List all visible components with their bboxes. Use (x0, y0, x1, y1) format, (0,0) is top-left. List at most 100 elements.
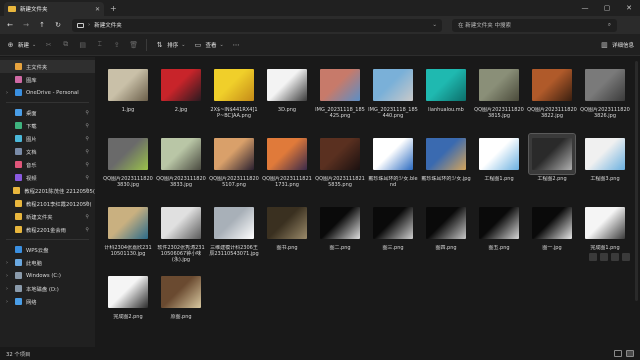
file-item[interactable]: 图一.jpg (526, 201, 578, 270)
file-item[interactable]: lianhualou.mb (420, 63, 472, 132)
breadcrumb-current[interactable]: 新建文件夹 (94, 21, 122, 29)
chevron-right-icon[interactable]: › (6, 299, 11, 305)
sidebar-item-label: 主文件夹 (26, 64, 48, 71)
delete-icon[interactable]: 🗑 (129, 40, 138, 49)
file-thumbnail (426, 138, 466, 170)
folder-icon (8, 6, 16, 12)
file-item[interactable]: 图书.png (261, 201, 313, 270)
sidebar-item[interactable]: 文档 ⚲ (0, 145, 95, 158)
file-item[interactable]: QQ图片20231118211731.png (261, 132, 313, 201)
file-item[interactable]: QQ图片20231118203815.jpg (473, 63, 525, 132)
copy-icon[interactable]: ⧉ (61, 40, 70, 49)
tab-current-folder[interactable]: 新建文件夹 ✕ (4, 2, 104, 16)
sort-button[interactable]: ⇅ 排序 ⌄ (155, 40, 186, 49)
chevron-right-icon[interactable]: › (6, 286, 11, 292)
file-view: 1.jpg 2.jpg 2X$~IN$441RX4]1P~BC]AA.png 3D.p… (98, 57, 640, 347)
minimize-button[interactable]: — (574, 0, 596, 16)
chevron-right-icon[interactable]: › (6, 260, 11, 266)
thumbnail-view-icon[interactable] (626, 350, 634, 357)
sidebar-item[interactable]: › 本地磁盘 (D:) (0, 282, 95, 295)
file-item[interactable]: 2X$~IN$441RX4]1P~BC]AA.png (208, 63, 260, 132)
chevron-right-icon[interactable]: › (6, 273, 11, 279)
view-button[interactable]: ▭ 查看 ⌄ (193, 40, 224, 49)
thumbnail-frame (105, 134, 151, 174)
sidebar-item[interactable]: 新建文件夹 ⚲ (0, 210, 95, 223)
new-tab-button[interactable]: + (110, 4, 117, 13)
file-item[interactable]: 1.jpg (102, 63, 154, 132)
file-item[interactable]: 工程图1.png (473, 132, 525, 201)
file-item[interactable]: QQ图片20231118203830.jpg (102, 132, 154, 201)
file-item[interactable]: 工程图3.png (579, 132, 631, 201)
grid-view-icon[interactable] (589, 253, 597, 261)
sidebar-item[interactable]: 音乐 ⚲ (0, 158, 95, 171)
chevron-right-icon[interactable]: › (6, 90, 11, 96)
file-thumbnail (373, 69, 413, 101)
file-item[interactable]: QQ图片20231118215835.png (314, 132, 366, 201)
file-item[interactable]: QQ图片20231118203833.jpg (155, 132, 207, 201)
file-item[interactable]: QQ图片20231118205107.png (208, 132, 260, 201)
file-item[interactable]: 戴珍珠耳环的少女.blend (367, 132, 419, 201)
chevron-down-icon[interactable]: ⌄ (432, 22, 437, 28)
file-thumbnail (585, 69, 625, 101)
sidebar-item[interactable]: 桌面 ⚲ (0, 106, 95, 119)
file-item[interactable]: 三维建模计科2306王辰23110543071.jpg (208, 201, 260, 270)
sidebar-item[interactable]: 教程2201陈茂佳 22120505(⚲ (0, 184, 95, 197)
sidebar-item[interactable]: 视频 ⚲ (0, 171, 95, 184)
file-item[interactable]: 图五.png (473, 201, 525, 270)
file-item[interactable]: 工程图2.png (526, 132, 578, 201)
file-item[interactable]: 图二.png (314, 201, 366, 270)
sidebar-item[interactable]: › 此电脑 (0, 256, 95, 269)
vertical-scrollbar[interactable] (635, 61, 638, 301)
list-view-icon[interactable] (600, 253, 608, 261)
sidebar-item[interactable]: › Windows (C:) (0, 269, 95, 282)
tiles-view-icon[interactable] (611, 253, 619, 261)
breadcrumb[interactable]: › 新建文件夹 ⌄ (72, 18, 442, 32)
forward-arrow-icon[interactable]: → (20, 19, 32, 31)
sidebar-item-label: 教程2201金会雨 (26, 227, 66, 234)
maximize-button[interactable]: ▢ (596, 0, 618, 16)
file-item[interactable]: 完成图2.png (102, 270, 154, 339)
search-input[interactable]: 在 新建文件夹 中搜索 ⌕ (452, 18, 617, 32)
file-item[interactable]: 戴珍珠耳环的少女.jpg (420, 132, 472, 201)
file-item[interactable]: 图四.png (420, 201, 472, 270)
file-item[interactable]: 2.jpg (155, 63, 207, 132)
file-item[interactable]: QQ图片20231118203826.jpg (579, 63, 631, 132)
file-item[interactable]: 计科2304张嘉欣23110501130.jpg (102, 201, 154, 270)
sidebar-item[interactable]: WPS云盘 (0, 243, 95, 256)
cut-icon[interactable]: ✂ (44, 40, 53, 49)
details-pane-icon: ▥ (601, 40, 608, 49)
more-options-icon[interactable]: ⋯ (232, 40, 241, 49)
sidebar-item[interactable]: 教程2201金会雨 ⚲ (0, 223, 95, 236)
back-arrow-icon[interactable]: ← (4, 19, 16, 31)
sidebar-item[interactable]: 图库 (0, 73, 95, 86)
close-tab-icon[interactable]: ✕ (95, 6, 100, 13)
details-pane-button[interactable]: ▥ 详细信息 (600, 40, 634, 49)
sidebar-item[interactable]: 图片 ⚲ (0, 132, 95, 145)
content-view-icon[interactable] (622, 253, 630, 261)
close-window-button[interactable]: ✕ (618, 0, 640, 16)
status-bar: 32 个项目 (0, 347, 640, 360)
refresh-icon[interactable]: ↻ (52, 19, 64, 31)
thumbnail-frame (370, 134, 416, 174)
file-item[interactable]: IMG_20231118_185425.png (314, 63, 366, 132)
file-item[interactable]: QQ图片20231118203822.jpg (526, 63, 578, 132)
sidebar-item[interactable]: 下载 ⚲ (0, 119, 95, 132)
sidebar-item[interactable]: › 网络 (0, 295, 95, 308)
file-item[interactable]: 原图.png (155, 270, 207, 339)
share-icon[interactable]: ⇪ (112, 40, 121, 49)
file-name: lianhualou.mb (428, 107, 464, 113)
file-item[interactable]: IMG_20231118_185440.png (367, 63, 419, 132)
up-arrow-icon[interactable]: ↑ (36, 19, 48, 31)
file-item[interactable]: 图三.png (367, 201, 419, 270)
paste-icon[interactable]: ▤ (78, 40, 87, 49)
new-button[interactable]: ⊕ 新建 ⌄ (6, 40, 37, 49)
sidebar-item[interactable]: 主文件夹 (0, 60, 95, 73)
sidebar-item[interactable]: 教程2101李红霞2012050(⚲ (0, 197, 95, 210)
file-item[interactable]: 软件2302张秀涛23110506067钟小味(永).jpg (155, 201, 207, 270)
file-name: QQ图片20231118203833.jpg (156, 176, 206, 188)
sidebar-item[interactable]: › OneDrive - Personal (0, 86, 95, 99)
file-item[interactable]: 3D.png (261, 63, 313, 132)
details-view-icon[interactable] (614, 350, 622, 357)
thumbnail-frame (582, 134, 628, 174)
rename-icon[interactable]: ⌶ (95, 40, 104, 49)
